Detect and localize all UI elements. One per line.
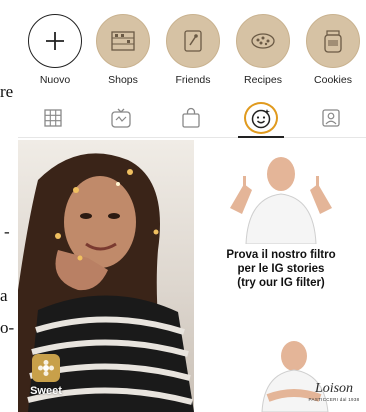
highlight-nuovo[interactable]: Nuovo (22, 14, 88, 86)
page-scrap-2: - (4, 222, 10, 241)
brand-tagline: PASTICCERI dal 1938 (308, 397, 360, 402)
page-scrap-1: re (0, 82, 14, 101)
tab-igtv[interactable] (92, 98, 150, 138)
instagram-profile: Nuovo Shops Friends Recipes Cookies Swee… (18, 0, 366, 412)
flower-icon (38, 360, 54, 376)
highlight-cover[interactable] (236, 14, 290, 68)
page-scrap-4: o- (0, 318, 15, 337)
tab-tagged[interactable] (302, 98, 360, 138)
brand-name: Loison (314, 381, 354, 396)
highlight-recipes[interactable]: Recipes (230, 14, 296, 86)
highlight-shops[interactable]: Shops (90, 14, 156, 86)
page-scrap-3: a (0, 286, 8, 305)
highlight-cover[interactable] (166, 14, 220, 68)
sweet-filter-icon (32, 354, 60, 382)
highlight-cover[interactable] (96, 14, 150, 68)
highlight-label: Cookies (314, 74, 352, 86)
highlight-cover[interactable] (306, 14, 360, 68)
effect-preview-sweet[interactable]: Sweet (18, 140, 194, 412)
story-highlights: Nuovo Shops Friends Recipes Cookies (18, 0, 366, 96)
jar-icon (324, 30, 342, 53)
highlight-cookies[interactable]: Cookies (300, 14, 366, 86)
tab-effects[interactable] (232, 98, 290, 138)
filter-sweet-chip[interactable]: Sweet (26, 354, 66, 404)
promo-line-2: per le IG stories (237, 263, 325, 275)
highlight-label: Friends (175, 74, 211, 86)
igtv-icon (111, 108, 131, 128)
promo-line-3: (try our IG filter) (237, 277, 325, 289)
profile-tabs (18, 98, 366, 138)
new-highlight-button[interactable] (28, 14, 82, 68)
tagged-user-icon (322, 109, 340, 127)
grid-icon (44, 109, 62, 127)
effects-face-icon (251, 109, 271, 129)
shopping-bag-icon (182, 107, 200, 128)
highlight-label: Recipes (244, 74, 282, 86)
promo-line-1: Prova il nostro filtro (226, 249, 336, 261)
highlight-label: Nuovo (39, 74, 71, 86)
highlight-label: Shops (108, 74, 138, 86)
promo-text: Prova il nostro filtro per le IG stories… (196, 248, 366, 290)
highlight-friends[interactable]: Friends (160, 14, 226, 86)
tab-shop[interactable] (162, 98, 220, 138)
chef-card-icon (184, 30, 202, 52)
shop-shelf-icon (111, 31, 135, 51)
effects-grid: Sweet Prova il nostro filtro per le IG s… (18, 140, 366, 412)
cookie-tray-icon (251, 33, 275, 49)
plus-icon (46, 32, 64, 50)
effect-promo-loison[interactable]: Prova il nostro filtro per le IG stories… (196, 140, 366, 412)
chef-illustration-top (230, 157, 332, 244)
brand-logo: Loison PASTICCERI dal 1938 (308, 381, 360, 402)
filter-label: Sweet (30, 385, 62, 397)
tab-grid[interactable] (24, 98, 82, 138)
